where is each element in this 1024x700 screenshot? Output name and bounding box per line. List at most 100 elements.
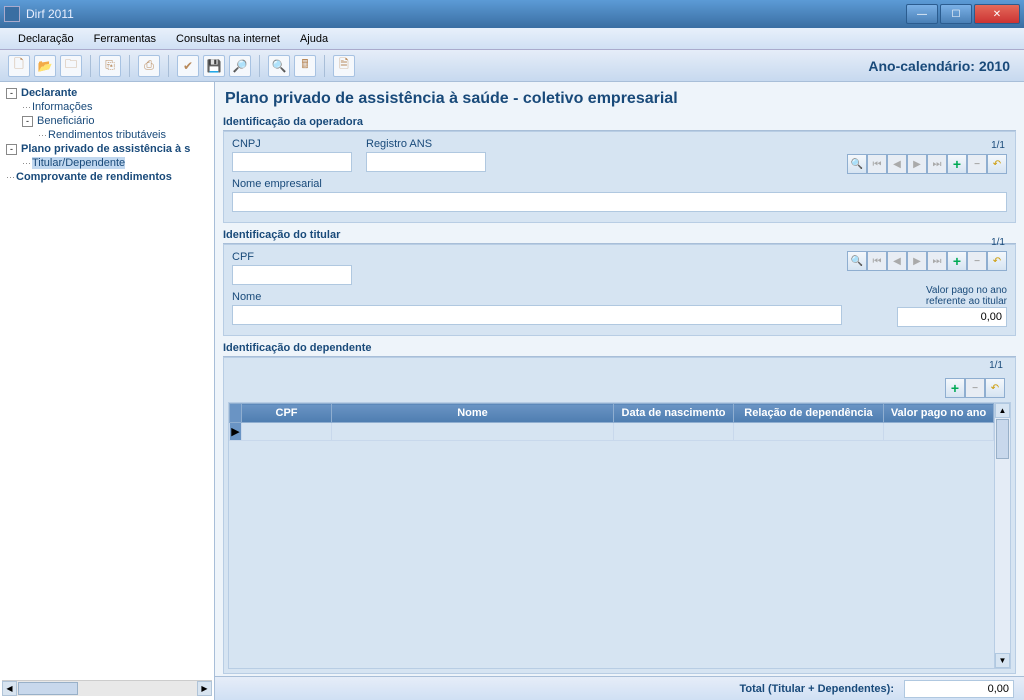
titlebar: Dirf 2011 — ☐ ✕ <box>0 0 1024 28</box>
tb-zoom-icon[interactable]: 🔍 <box>268 55 290 77</box>
tree-h-scrollbar[interactable]: ◀ ▶ <box>2 680 212 696</box>
col-nome: Nome <box>332 404 614 423</box>
section-titular: Identificação do titular CPF 1/1 🔍 ⏮ ◀ ▶ <box>223 227 1016 336</box>
section-dependente: Identificação do dependente 1/1 + − ↶ <box>223 340 1016 674</box>
cell-cpf[interactable] <box>242 423 332 441</box>
menu-declaracao[interactable]: Declaração <box>8 31 84 47</box>
menu-ferramentas[interactable]: Ferramentas <box>84 31 166 47</box>
scroll-left-icon[interactable]: ◀ <box>2 681 17 696</box>
tb-calc-icon[interactable]: 🖩 <box>294 55 316 77</box>
col-data-nasc: Data de nascimento <box>614 404 734 423</box>
scroll-thumb[interactable] <box>18 682 78 695</box>
valor-pago-label2: referente ao titular <box>897 296 1007 307</box>
valor-pago-label1: Valor pago no ano <box>897 285 1007 296</box>
col-cpf: CPF <box>242 404 332 423</box>
op-undo-icon[interactable]: ↶ <box>987 154 1007 174</box>
menu-consultas[interactable]: Consultas na internet <box>166 31 290 47</box>
cell-nome[interactable] <box>332 423 614 441</box>
op-search-icon[interactable]: 🔍 <box>847 154 867 174</box>
tb-print-icon[interactable]: ⎙ <box>138 55 160 77</box>
tree-item-1[interactable]: ⋯Informações <box>2 100 212 114</box>
nome-empresarial-input[interactable] <box>232 192 1007 212</box>
cell-valor[interactable] <box>884 423 994 441</box>
tree-dots-icon: ⋯ <box>22 158 30 169</box>
total-label: Total (Titular + Dependentes): <box>739 683 894 695</box>
tit-undo-icon[interactable]: ↶ <box>987 251 1007 271</box>
dep-remove-icon[interactable]: − <box>965 378 985 398</box>
titular-nome-label: Nome <box>232 291 1007 303</box>
tb-folder-icon[interactable]: 🗀 <box>60 55 82 77</box>
op-next-icon[interactable]: ▶ <box>907 154 927 174</box>
tree-item-4[interactable]: -Plano privado de assistência à s <box>2 142 212 156</box>
tit-remove-icon[interactable]: − <box>967 251 987 271</box>
tree-item-6[interactable]: ⋯Comprovante de rendimentos <box>2 170 212 184</box>
minimize-button[interactable]: — <box>906 4 938 24</box>
section-titular-title: Identificação do titular <box>223 227 1016 244</box>
tb-open-icon[interactable]: 📂 <box>34 55 56 77</box>
col-handle <box>230 404 242 423</box>
op-first-icon[interactable]: ⏮ <box>867 154 887 174</box>
tit-last-icon[interactable]: ⏭ <box>927 251 947 271</box>
tit-next-icon[interactable]: ▶ <box>907 251 927 271</box>
tree-item-label: Comprovante de rendimentos <box>16 171 172 183</box>
menu-ajuda[interactable]: Ajuda <box>290 31 338 47</box>
dependente-table[interactable]: CPF Nome Data de nascimento Relação de d… <box>229 403 994 441</box>
tit-add-icon[interactable]: + <box>947 251 967 271</box>
tree-item-0[interactable]: -Declarante <box>2 86 212 100</box>
tree-dots-icon: ⋯ <box>22 102 30 113</box>
op-prev-icon[interactable]: ◀ <box>887 154 907 174</box>
dependente-count: 1/1 <box>989 360 1003 371</box>
tree-expand-icon[interactable]: - <box>6 88 17 99</box>
cell-relacao[interactable] <box>734 423 884 441</box>
valor-pago-input[interactable] <box>897 307 1007 327</box>
tb-copy-icon[interactable]: ⎘ <box>99 55 121 77</box>
op-remove-icon[interactable]: − <box>967 154 987 174</box>
scroll-thumb[interactable] <box>996 419 1009 459</box>
table-row[interactable]: ▶ <box>230 423 994 441</box>
op-add-icon[interactable]: + <box>947 154 967 174</box>
tit-first-icon[interactable]: ⏮ <box>867 251 887 271</box>
dep-add-icon[interactable]: + <box>945 378 965 398</box>
window-title: Dirf 2011 <box>26 7 906 21</box>
maximize-button[interactable]: ☐ <box>940 4 972 24</box>
scroll-up-icon[interactable]: ▲ <box>995 403 1010 418</box>
tree-dots-icon: ⋯ <box>6 172 14 183</box>
dep-undo-icon[interactable]: ↶ <box>985 378 1005 398</box>
tree-item-label: Plano privado de assistência à s <box>21 143 190 155</box>
row-handle-icon[interactable]: ▶ <box>230 423 242 441</box>
cpf-input[interactable] <box>232 265 352 285</box>
tb-save-icon[interactable]: 💾 <box>203 55 225 77</box>
total-value: 0,00 <box>904 680 1014 698</box>
tb-new-icon[interactable]: 🗋 <box>8 55 30 77</box>
registro-ans-input[interactable] <box>366 152 486 172</box>
tb-find-icon[interactable]: 🔎 <box>229 55 251 77</box>
toolbar: 🗋 📂 🗀 ⎘ ⎙ ✔ 💾 🔎 🔍 🖩 🗎 Ano-calendário: 20… <box>0 50 1024 82</box>
tree-item-5[interactable]: ⋯Titular/Dependente <box>2 156 212 170</box>
titular-count: 1/1 <box>991 237 1005 248</box>
tree-item-2[interactable]: -Beneficiário <box>2 114 212 128</box>
tb-doc-icon[interactable]: 🗎 <box>333 55 355 77</box>
registro-ans-label: Registro ANS <box>366 138 486 150</box>
tree-item-3[interactable]: ⋯Rendimentos tributáveis <box>2 128 212 142</box>
section-operadora-title: Identificação da operadora <box>223 114 1016 131</box>
tree-expand-icon[interactable]: - <box>22 116 33 127</box>
tree-item-label: Declarante <box>21 87 77 99</box>
scroll-down-icon[interactable]: ▼ <box>995 653 1010 668</box>
tree-item-label: Titular/Dependente <box>32 157 125 169</box>
close-button[interactable]: ✕ <box>974 4 1020 24</box>
tit-prev-icon[interactable]: ◀ <box>887 251 907 271</box>
scroll-right-icon[interactable]: ▶ <box>197 681 212 696</box>
tb-check-icon[interactable]: ✔ <box>177 55 199 77</box>
nav-tree: -Declarante⋯Informações-Beneficiário⋯Ren… <box>0 82 215 700</box>
titular-nome-input[interactable] <box>232 305 842 325</box>
cell-data-nasc[interactable] <box>614 423 734 441</box>
cnpj-input[interactable] <box>232 152 352 172</box>
tree-expand-icon[interactable]: - <box>6 144 17 155</box>
cpf-label: CPF <box>232 251 352 263</box>
footer-bar: Total (Titular + Dependentes): 0,00 <box>215 676 1024 700</box>
op-last-icon[interactable]: ⏭ <box>927 154 947 174</box>
tit-search-icon[interactable]: 🔍 <box>847 251 867 271</box>
app-window: Dirf 2011 — ☐ ✕ Declaração Ferramentas C… <box>0 0 1024 700</box>
menubar: Declaração Ferramentas Consultas na inte… <box>0 28 1024 50</box>
table-v-scrollbar[interactable]: ▲ ▼ <box>994 403 1010 668</box>
